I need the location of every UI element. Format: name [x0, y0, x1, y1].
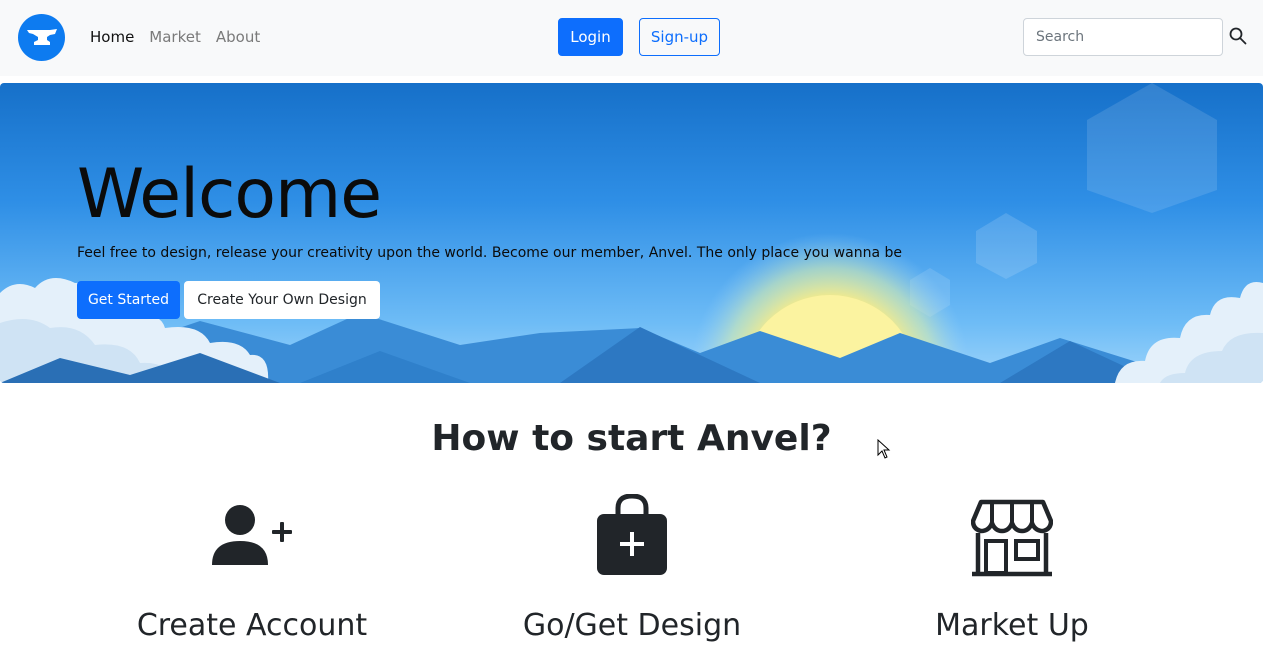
search-icon	[1229, 27, 1247, 45]
search-input[interactable]	[1023, 18, 1223, 56]
step-create-account: Create Account	[136, 608, 368, 643]
step-get-design: Go/Get Design	[522, 608, 742, 643]
person-plus-icon	[210, 503, 294, 571]
anvil-icon	[26, 28, 57, 45]
nav-link-about[interactable]: About	[216, 28, 260, 46]
hero-title: Welcome	[77, 155, 382, 234]
brand-logo[interactable]	[18, 14, 65, 61]
nav-link-home[interactable]: Home	[90, 28, 134, 46]
hero-banner: Welcome Feel free to design, release you…	[0, 83, 1263, 383]
step-market-up: Market Up	[935, 608, 1089, 643]
shop-icon	[970, 499, 1054, 581]
navbar: Home Market About Login Sign-up	[0, 0, 1263, 76]
mouse-cursor-icon	[877, 439, 891, 459]
login-button[interactable]: Login	[558, 18, 623, 56]
create-design-button[interactable]: Create Your Own Design	[184, 281, 380, 319]
nav-link-market[interactable]: Market	[149, 28, 201, 46]
bag-plus-icon	[596, 493, 668, 580]
nav-links: Home Market About	[90, 28, 260, 46]
hero-description: Feel free to design, release your creati…	[77, 245, 902, 261]
section-title: How to start Anvel?	[431, 418, 832, 459]
search-button[interactable]	[1229, 27, 1249, 47]
get-started-button[interactable]: Get Started	[77, 281, 180, 319]
signup-button[interactable]: Sign-up	[639, 18, 720, 56]
